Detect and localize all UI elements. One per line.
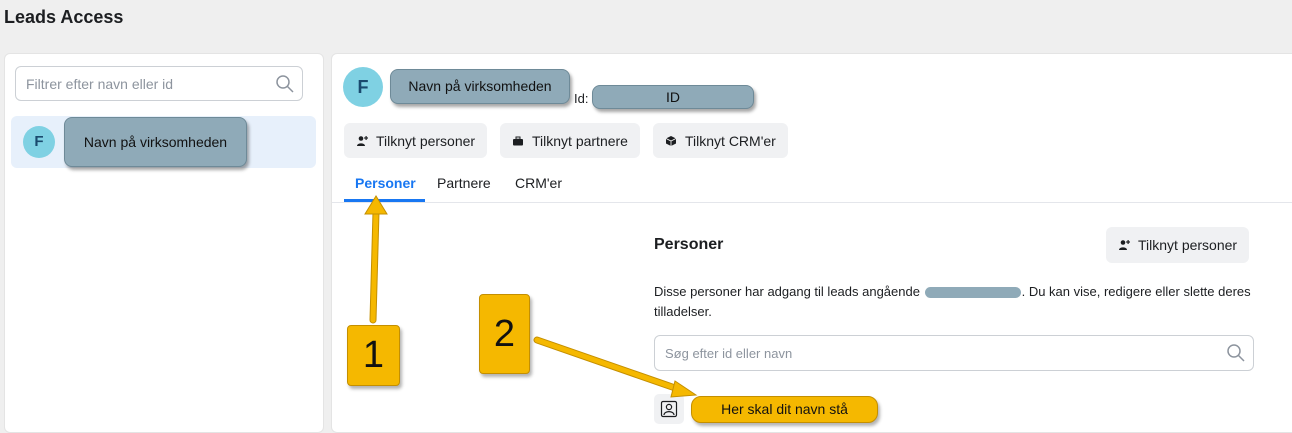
company-id-label: Id: (574, 91, 589, 106)
briefcase-icon (513, 136, 523, 145)
contact-card-icon (660, 400, 678, 418)
company-name-redaction: Navn på virksomheden (64, 117, 247, 167)
company-name-redaction: Navn på virksomheden (390, 69, 570, 104)
person-search-input[interactable] (654, 335, 1254, 371)
add-person-button[interactable]: Tilknyt personer (1106, 227, 1250, 263)
annotation-step-1: 1 (347, 325, 400, 386)
link-crms-button[interactable]: Tilknyt CRM'er (653, 123, 788, 158)
persons-section-title: Personer (654, 236, 724, 253)
person-row-icon[interactable] (654, 394, 684, 424)
company-detail-panel: F Navn på virksomheden Id: ID Tilknyt pe… (331, 53, 1292, 433)
annotation-step-2: 2 (479, 294, 530, 374)
app-title: Leads Access (4, 7, 124, 27)
search-icon (276, 75, 294, 93)
add-person-icon (357, 135, 368, 146)
company-list-panel: F Navn på virksomheden (4, 53, 324, 433)
company-name-inline-redaction (924, 287, 1021, 299)
description-text-start: Disse personer har adgang til leads angå… (654, 284, 920, 299)
link-persons-button[interactable]: Tilknyt personer (344, 123, 488, 158)
tabs-divider (332, 202, 1292, 203)
add-person-label: Tilknyt personer (1138, 237, 1238, 253)
persons-description: Disse personer har adgang til leads angå… (654, 282, 1254, 322)
company-avatar: F (23, 126, 55, 158)
link-crms-label: Tilknyt CRM'er (685, 132, 776, 149)
search-icon (1227, 344, 1245, 362)
cube-icon (665, 135, 677, 146)
tab-partnere[interactable]: Partnere (437, 175, 491, 191)
link-partners-label: Tilknyt partnere (532, 132, 628, 149)
link-partners-button[interactable]: Tilknyt partnere (500, 123, 640, 158)
tab-personer[interactable]: Personer (355, 175, 416, 191)
person-name-placeholder[interactable]: Her skal dit navn stå (691, 396, 878, 423)
add-person-icon (1119, 240, 1130, 250)
company-filter-input[interactable] (15, 66, 303, 101)
company-id-redaction: ID (592, 85, 754, 109)
link-persons-label: Tilknyt personer (376, 132, 476, 149)
company-avatar-large: F (343, 67, 383, 107)
company-list-item[interactable]: F Navn på virksomheden (11, 116, 316, 168)
tab-crmer[interactable]: CRM'er (515, 175, 562, 191)
